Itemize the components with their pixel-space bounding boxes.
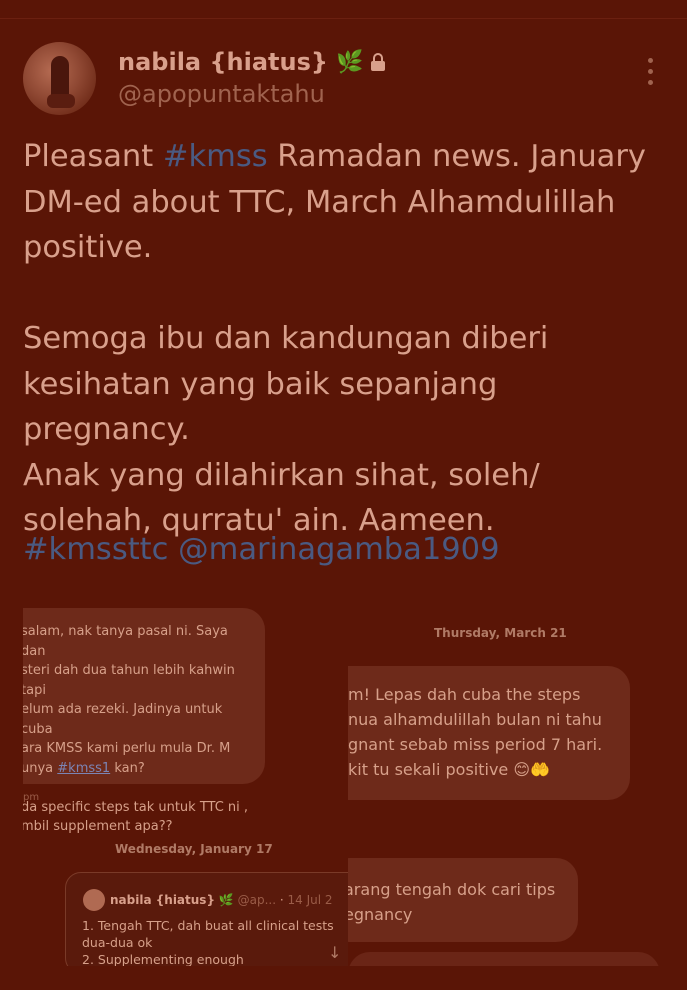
tweet-text: Pleasant #kmss Ramadan news. January DM-… (23, 134, 673, 544)
date-divider: Wednesday, January 17 (115, 842, 273, 856)
dm-message-positive: m! Lepas dah cuba the steps nua alhamdul… (348, 666, 630, 800)
leaf-icon: 🌿 (336, 49, 364, 75)
tweet-text-body: Ramadan news. January DM-ed about TTC, M… (23, 139, 646, 538)
quoted-text: 1. Tengah TTC, dah buat all clinical tes… (82, 918, 334, 966)
dm-message-question: salam, nak tanya pasal ni. Saya dan ster… (23, 608, 265, 834)
author-handle[interactable]: @apopuntaktahu (118, 80, 325, 108)
author-name[interactable]: nabila {hiatus} (118, 48, 328, 76)
more-options-icon[interactable] (645, 58, 655, 86)
top-divider (0, 18, 687, 19)
dm-message-tips: arang tengah dok cari tips egnancy (348, 858, 578, 942)
dm-message-partial (348, 952, 660, 966)
attached-image-left[interactable]: salam, nak tanya pasal ni. Saya dan ster… (23, 606, 348, 966)
message-time: pm (23, 792, 40, 803)
tweet-tags: #kmssttc @marinagamba1909 (23, 527, 499, 572)
kmss1-link: #kmss1 (57, 760, 111, 776)
attached-image-right[interactable]: Thursday, March 21 m! Lepas dah cuba the… (348, 606, 687, 966)
author-name-row[interactable]: nabila {hiatus} 🌿 (118, 48, 386, 76)
hashtag-kmss[interactable]: #kmss (163, 139, 268, 174)
quoted-tweet-card: nabila {hiatus} 🌿 @ap... · 14 Jul 2 1. T… (65, 872, 348, 966)
hashtag-kmssttc[interactable]: #kmssttc (23, 532, 168, 567)
mention-link[interactable]: @marinagamba1909 (178, 532, 499, 567)
quoted-header: nabila {hiatus} 🌿 @ap... · 14 Jul 2 (110, 893, 333, 907)
quoted-avatar (83, 889, 105, 911)
tweet-text-start: Pleasant (23, 139, 163, 174)
arrow-down-icon: ↓ (328, 943, 342, 962)
lock-icon (371, 53, 386, 71)
date-divider: Thursday, March 21 (434, 626, 567, 640)
avatar[interactable] (23, 42, 96, 115)
